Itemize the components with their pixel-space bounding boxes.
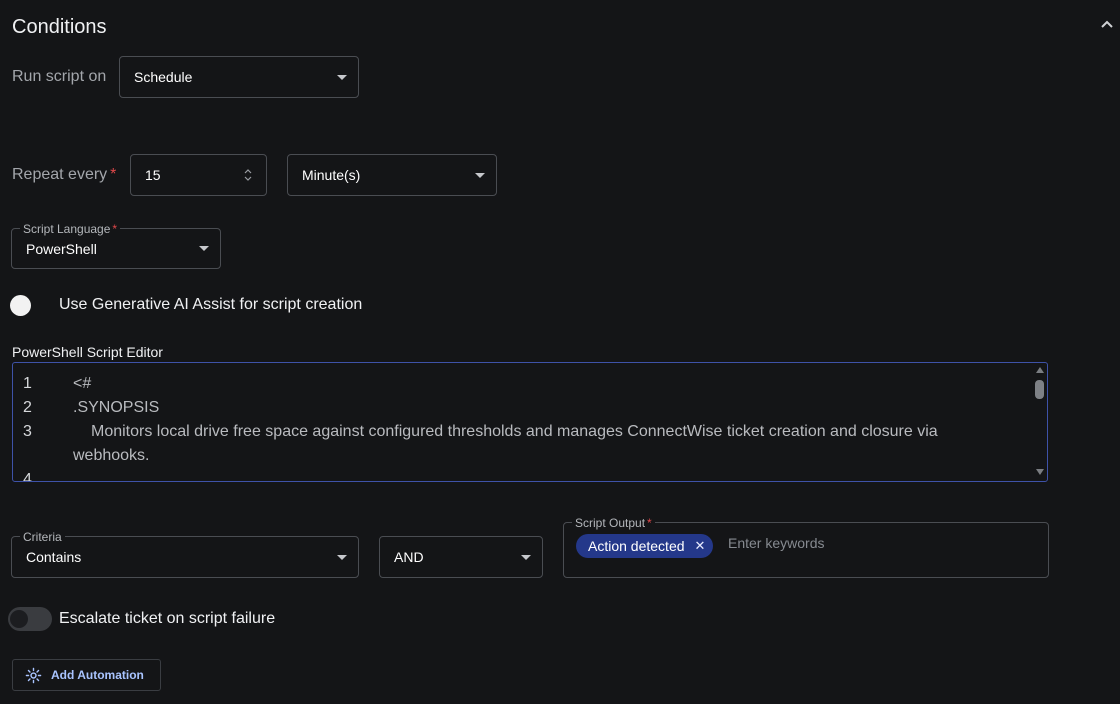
chevron-down-icon bbox=[337, 75, 347, 80]
line-number: 3 bbox=[23, 423, 32, 440]
ai-assist-label: Use Generative AI Assist for script crea… bbox=[59, 296, 363, 313]
escalate-label: Escalate ticket on script failure bbox=[59, 610, 276, 627]
required-mark: * bbox=[112, 222, 118, 236]
repeat-label: Repeat every * bbox=[12, 166, 116, 184]
required-mark: * bbox=[647, 516, 652, 530]
script-language-label-text: Script Language bbox=[23, 222, 111, 236]
repeat-unit-value: Minute(s) bbox=[302, 167, 361, 183]
chevron-down-icon bbox=[521, 555, 531, 560]
script-editor[interactable]: 1 <# 2 .SYNOPSIS 3 Monitors local drive … bbox=[12, 362, 1048, 482]
chevron-down-icon bbox=[337, 555, 347, 560]
keyword-chip: Action detected ✕ bbox=[576, 534, 714, 558]
code-line-wrap: webhooks. bbox=[73, 447, 150, 464]
chip-label: Action detected bbox=[588, 538, 685, 554]
required-mark: * bbox=[110, 166, 117, 183]
script-language-value: PowerShell bbox=[26, 240, 97, 257]
script-output-label-text: Script Output bbox=[575, 516, 646, 530]
scroll-down-icon[interactable] bbox=[1036, 469, 1044, 475]
ai-assist-toggle[interactable] bbox=[10, 295, 31, 316]
repeat-unit-select[interactable]: Minute(s) bbox=[287, 154, 497, 196]
add-automation-button[interactable]: Add Automation bbox=[12, 659, 161, 691]
script-output-label: Script Output * bbox=[572, 516, 655, 530]
criteria-label: Criteria bbox=[20, 530, 65, 544]
line-number: 1 bbox=[23, 375, 32, 392]
chevron-up-icon[interactable] bbox=[1098, 16, 1116, 34]
keywords-input[interactable]: Enter keywords bbox=[728, 535, 824, 551]
code-line: <# bbox=[73, 375, 92, 392]
operator-value: AND bbox=[394, 549, 424, 565]
repeat-label-text: Repeat every bbox=[12, 166, 108, 183]
line-number: 2 bbox=[23, 399, 32, 416]
criteria-value: Contains bbox=[26, 549, 82, 565]
operator-select[interactable]: AND bbox=[379, 536, 543, 578]
script-language-label: Script Language * bbox=[20, 222, 121, 236]
scroll-up-icon[interactable] bbox=[1036, 367, 1044, 373]
toggle-knob bbox=[10, 610, 28, 628]
repeat-interval-value: 15 bbox=[145, 167, 161, 183]
scroll-thumb[interactable] bbox=[1035, 380, 1044, 399]
stepper-arrows-icon[interactable] bbox=[244, 168, 252, 182]
gear-icon bbox=[25, 667, 42, 683]
code-line: Monitors local drive free space against … bbox=[91, 423, 938, 440]
run-script-value: Schedule bbox=[134, 69, 193, 85]
run-script-label: Run script on bbox=[12, 68, 107, 85]
section-title: Conditions bbox=[12, 16, 107, 38]
repeat-interval-stepper[interactable]: 15 bbox=[130, 154, 267, 196]
close-icon[interactable]: ✕ bbox=[695, 539, 706, 553]
editor-title: PowerShell Script Editor bbox=[12, 344, 163, 360]
line-number: 4 bbox=[23, 471, 32, 482]
run-script-select[interactable]: Schedule bbox=[119, 56, 359, 98]
add-automation-label: Add Automation bbox=[51, 668, 144, 682]
chevron-down-icon bbox=[475, 173, 485, 178]
code-line: .SYNOPSIS bbox=[73, 399, 160, 416]
chevron-down-icon bbox=[199, 246, 209, 251]
conditions-panel: Conditions Run script on Schedule Repeat… bbox=[0, 0, 1120, 704]
